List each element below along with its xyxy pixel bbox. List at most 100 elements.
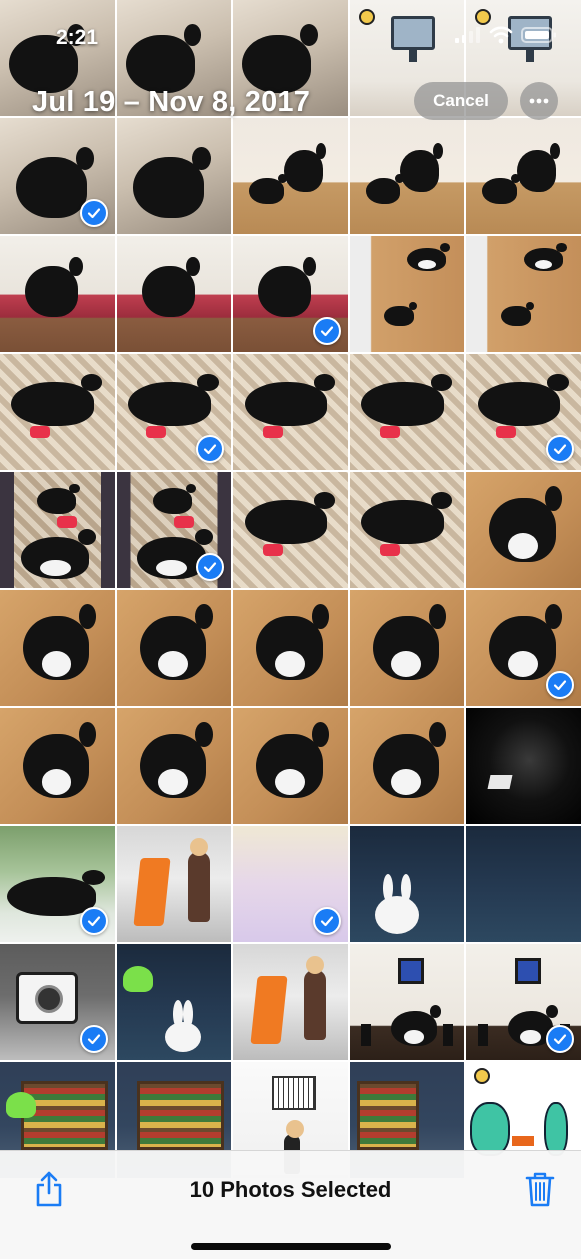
photo-thumbnail[interactable] xyxy=(116,236,232,352)
photo-thumbnail[interactable] xyxy=(466,944,581,1060)
photo-image xyxy=(233,590,348,706)
photo-thumbnail[interactable] xyxy=(466,472,581,588)
photo-image xyxy=(466,236,581,352)
photo-thumbnail[interactable] xyxy=(349,708,465,824)
photo-subject xyxy=(6,1092,36,1118)
photo-thumbnail[interactable] xyxy=(466,236,581,352)
photo-image xyxy=(349,236,465,352)
photo-thumbnail[interactable] xyxy=(116,708,232,824)
photo-subject xyxy=(256,721,330,799)
photo-subject xyxy=(379,425,400,438)
delete-button[interactable] xyxy=(525,1171,555,1207)
photo-image xyxy=(349,826,465,942)
photo-thumbnail[interactable] xyxy=(233,118,348,234)
photo-image xyxy=(349,354,465,470)
photo-subject xyxy=(356,1080,419,1151)
photo-subject xyxy=(361,491,452,544)
photo-subject xyxy=(482,173,521,204)
photo-subject xyxy=(358,9,375,25)
photo-image xyxy=(233,472,348,588)
photo-subject xyxy=(477,1024,488,1046)
photo-subject xyxy=(36,483,80,514)
photo-thumbnail[interactable] xyxy=(233,236,348,352)
photo-subject xyxy=(122,966,153,992)
photo-image xyxy=(233,944,348,1060)
photo-image xyxy=(349,708,465,824)
photo-subject xyxy=(57,516,78,529)
photo-thumbnail[interactable] xyxy=(233,944,348,1060)
photo-thumbnail[interactable] xyxy=(466,590,581,706)
photo-thumbnail[interactable] xyxy=(0,944,115,1060)
checkmark-icon xyxy=(196,553,225,581)
photo-thumbnail[interactable] xyxy=(349,944,465,1060)
photo-subject xyxy=(22,721,97,799)
photo-subject xyxy=(361,1024,372,1046)
photo-thumbnail[interactable] xyxy=(116,118,232,234)
photo-thumbnail[interactable] xyxy=(116,354,232,470)
photo-subject xyxy=(132,146,211,218)
photo-subject xyxy=(489,603,563,681)
photo-image xyxy=(466,118,581,234)
more-options-button[interactable] xyxy=(520,82,558,120)
photo-subject xyxy=(384,301,417,327)
photo-subject xyxy=(304,955,327,1040)
photo-thumbnail[interactable] xyxy=(233,708,348,824)
photo-thumbnail[interactable] xyxy=(349,826,465,942)
photo-image xyxy=(0,236,115,352)
photo-subject xyxy=(256,603,330,681)
photo-subject xyxy=(397,957,424,984)
photo-thumbnail[interactable] xyxy=(349,472,465,588)
photo-image xyxy=(116,708,232,824)
photo-thumbnail[interactable] xyxy=(349,354,465,470)
photo-thumbnail[interactable] xyxy=(466,118,581,234)
photo-subject xyxy=(262,425,283,438)
photo-subject xyxy=(137,1080,225,1151)
photo-thumbnail[interactable] xyxy=(0,826,115,942)
photo-thumbnail[interactable] xyxy=(349,118,465,234)
photo-image xyxy=(233,354,348,470)
photo-subject xyxy=(470,1102,511,1156)
photo-image xyxy=(349,118,465,234)
photo-grid xyxy=(0,0,581,1178)
photo-subject xyxy=(496,425,517,438)
photo-thumbnail[interactable] xyxy=(116,826,232,942)
photo-thumbnail[interactable] xyxy=(0,354,115,470)
photo-thumbnail[interactable] xyxy=(233,590,348,706)
photo-thumbnail[interactable] xyxy=(466,826,581,942)
photo-thumbnail[interactable] xyxy=(116,590,232,706)
photo-subject xyxy=(400,143,443,193)
photo-subject xyxy=(500,301,534,327)
photo-subject xyxy=(375,874,419,934)
photo-thumbnail[interactable] xyxy=(233,354,348,470)
photo-thumbnail[interactable] xyxy=(116,472,232,588)
photo-thumbnail[interactable] xyxy=(466,354,581,470)
photo-subject xyxy=(187,837,210,922)
photo-thumbnail[interactable] xyxy=(233,472,348,588)
photo-thumbnail[interactable] xyxy=(0,472,115,588)
photo-thumbnail[interactable] xyxy=(349,236,465,352)
photo-thumbnail[interactable] xyxy=(0,708,115,824)
checkmark-icon xyxy=(196,435,225,463)
photo-subject xyxy=(250,976,288,1045)
photo-thumbnail[interactable] xyxy=(233,826,348,942)
photo-thumbnail[interactable] xyxy=(349,590,465,706)
photo-subject xyxy=(128,373,219,426)
checkmark-icon xyxy=(79,1025,108,1053)
checkmark-icon xyxy=(545,1025,574,1053)
photo-image xyxy=(233,708,348,824)
photo-thumbnail[interactable] xyxy=(116,944,232,1060)
photo-thumbnail[interactable] xyxy=(0,590,115,706)
photo-subject xyxy=(133,858,171,927)
photo-thumbnail[interactable] xyxy=(466,708,581,824)
photo-thumbnail[interactable] xyxy=(0,118,115,234)
photo-image xyxy=(116,944,232,1060)
photo-subject xyxy=(442,1024,453,1046)
photo-subject xyxy=(16,146,95,218)
checkmark-icon xyxy=(79,907,108,935)
cancel-button[interactable]: Cancel xyxy=(414,82,508,120)
photo-subject xyxy=(474,1068,491,1084)
photo-subject xyxy=(523,243,567,271)
photo-subject xyxy=(475,9,492,25)
photo-thumbnail[interactable] xyxy=(0,236,115,352)
photo-subject xyxy=(139,721,214,799)
